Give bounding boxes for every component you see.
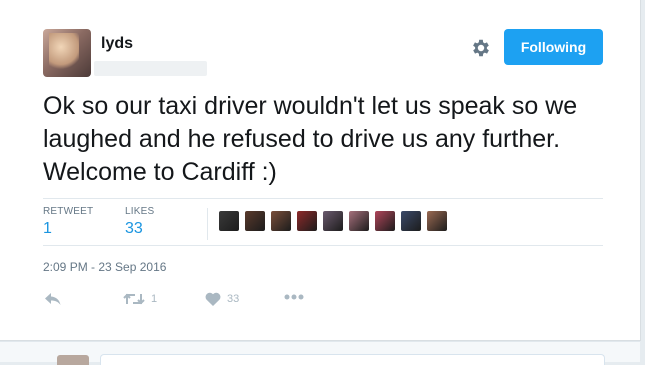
liker-avatar[interactable]	[375, 211, 395, 231]
user-name[interactable]: lyds	[101, 35, 133, 53]
retweet-count: 1	[151, 293, 158, 305]
heart-icon	[205, 292, 221, 306]
liker-avatar[interactable]	[401, 211, 421, 231]
reply-input[interactable]	[100, 354, 605, 365]
reply-button[interactable]	[45, 292, 61, 306]
more-button[interactable]	[284, 294, 304, 300]
liker-avatar[interactable]	[323, 211, 343, 231]
liker-avatar[interactable]	[349, 211, 369, 231]
user-handle-redacted	[94, 61, 207, 76]
gear-icon[interactable]	[470, 37, 492, 59]
liker-avatar[interactable]	[297, 211, 317, 231]
retweet-button[interactable]: 1	[123, 292, 157, 306]
like-button[interactable]: 33	[205, 292, 239, 306]
avatar-photo	[49, 33, 79, 73]
likes-label: LIKES	[125, 206, 155, 217]
following-button[interactable]: Following	[504, 29, 603, 65]
likes-count[interactable]: 33	[125, 220, 143, 238]
retweets-label: RETWEET	[43, 206, 94, 217]
liker-avatar[interactable]	[219, 211, 239, 231]
liker-avatar[interactable]	[271, 211, 291, 231]
more-icon	[284, 294, 304, 300]
likers-avatars	[219, 211, 447, 231]
divider	[43, 245, 603, 246]
liker-avatar[interactable]	[245, 211, 265, 231]
user-avatar[interactable]	[43, 29, 91, 77]
stats-divider	[207, 208, 208, 240]
like-count: 33	[227, 293, 240, 305]
tweet-text: Ok so our taxi driver wouldn't let us sp…	[43, 92, 578, 186]
tweet-card: lyds Following Ok so our taxi driver wou…	[0, 0, 641, 341]
reply-icon	[45, 292, 61, 306]
divider	[43, 198, 603, 199]
tweet-timestamp[interactable]: 2:09 PM - 23 Sep 2016	[43, 260, 166, 274]
viewer-avatar	[57, 355, 89, 365]
retweets-count[interactable]: 1	[43, 220, 52, 238]
retweet-icon	[123, 292, 145, 306]
liker-avatar[interactable]	[427, 211, 447, 231]
